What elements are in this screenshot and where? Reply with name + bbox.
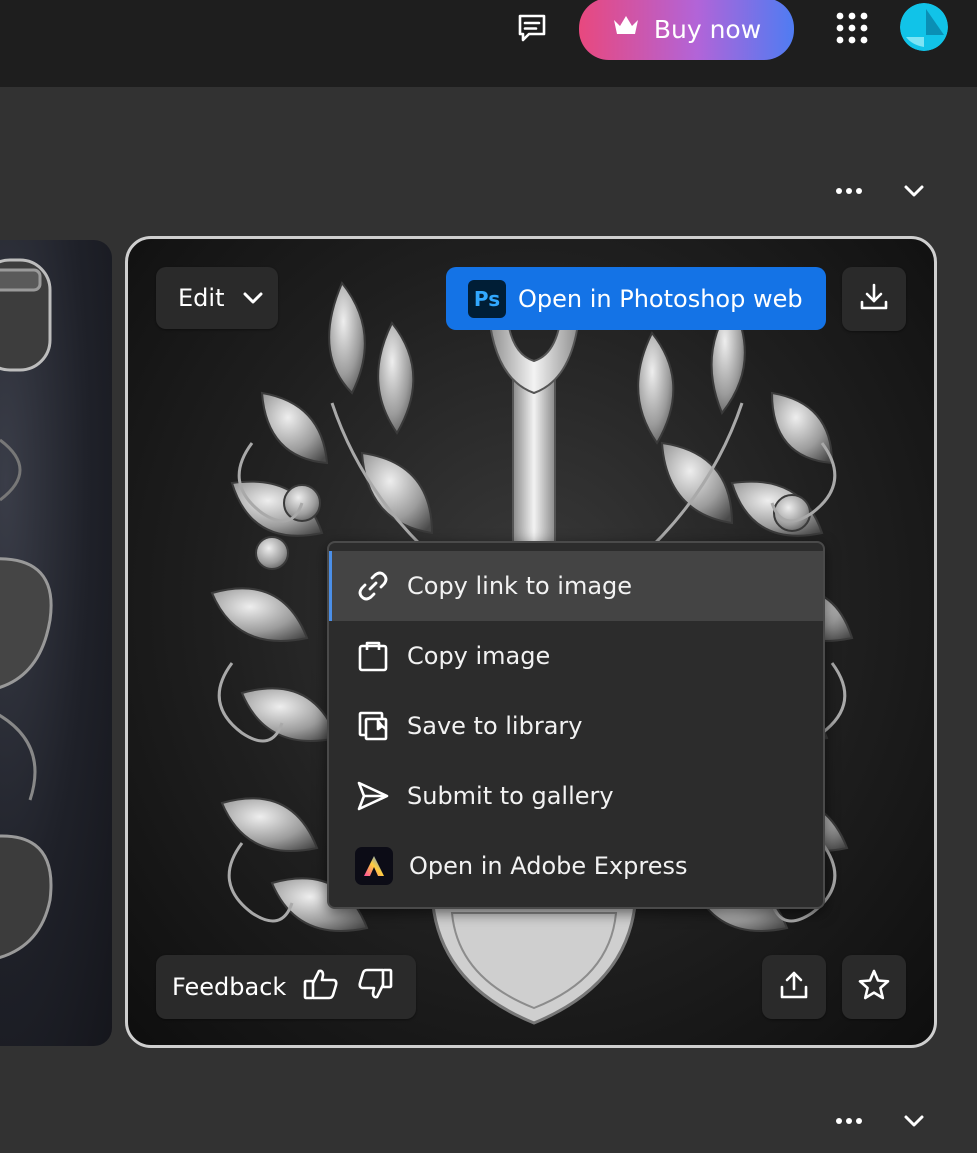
link-icon <box>355 568 391 604</box>
more-options-icon[interactable] <box>834 1106 864 1140</box>
open-in-photoshop-button[interactable]: Ps Open in Photoshop web <box>446 267 826 330</box>
menu-item-open-in-adobe-express[interactable]: Open in Adobe Express <box>329 831 823 901</box>
clipboard-icon <box>355 638 391 674</box>
menu-item-label: Copy link to image <box>407 572 633 600</box>
chevron-down-icon[interactable] <box>902 1106 926 1140</box>
thumbs-up-icon[interactable] <box>302 967 340 1007</box>
edit-label: Edit <box>178 284 225 312</box>
download-icon <box>858 281 890 317</box>
adobe-express-icon <box>355 847 393 885</box>
more-options-icon[interactable] <box>834 176 864 210</box>
section-controls-top <box>834 176 926 210</box>
send-icon <box>355 778 391 814</box>
chevron-down-icon[interactable] <box>902 176 926 210</box>
previous-image-card[interactable] <box>0 240 112 1046</box>
thumbs-down-icon[interactable] <box>356 967 394 1007</box>
feedback-label: Feedback <box>172 973 287 1001</box>
menu-item-save-to-library[interactable]: Save to library <box>329 691 823 761</box>
photoshop-icon: Ps <box>468 279 506 318</box>
top-bar: Buy now <box>0 0 977 87</box>
menu-item-label: Copy image <box>407 642 551 670</box>
share-button[interactable] <box>762 955 826 1019</box>
share-context-menu: Copy link to image Copy image Save to li… <box>327 541 825 909</box>
edit-dropdown[interactable]: Edit <box>156 267 278 329</box>
avatar[interactable] <box>900 3 948 51</box>
menu-item-copy-image[interactable]: Copy image <box>329 621 823 691</box>
feedback-bar: Feedback <box>156 955 416 1019</box>
favorite-button[interactable] <box>842 955 906 1019</box>
menu-item-label: Save to library <box>407 712 583 740</box>
share-icon <box>778 969 810 1005</box>
buy-now-label: Buy now <box>653 14 762 44</box>
crown-icon <box>612 14 640 44</box>
download-button[interactable] <box>842 267 906 331</box>
menu-item-submit-to-gallery[interactable]: Submit to gallery <box>329 761 823 831</box>
menu-item-copy-link[interactable]: Copy link to image <box>329 551 823 621</box>
open-in-photoshop-label: Open in Photoshop web <box>518 284 803 313</box>
library-icon <box>355 708 391 744</box>
section-controls-bottom <box>834 1106 926 1140</box>
chat-icon[interactable] <box>512 8 552 48</box>
menu-item-label: Open in Adobe Express <box>409 852 688 880</box>
apps-grid-icon[interactable] <box>832 8 872 48</box>
buy-now-button[interactable]: Buy now <box>579 0 794 60</box>
star-icon <box>857 968 891 1006</box>
menu-item-label: Submit to gallery <box>407 782 614 810</box>
chevron-down-icon <box>242 284 264 312</box>
